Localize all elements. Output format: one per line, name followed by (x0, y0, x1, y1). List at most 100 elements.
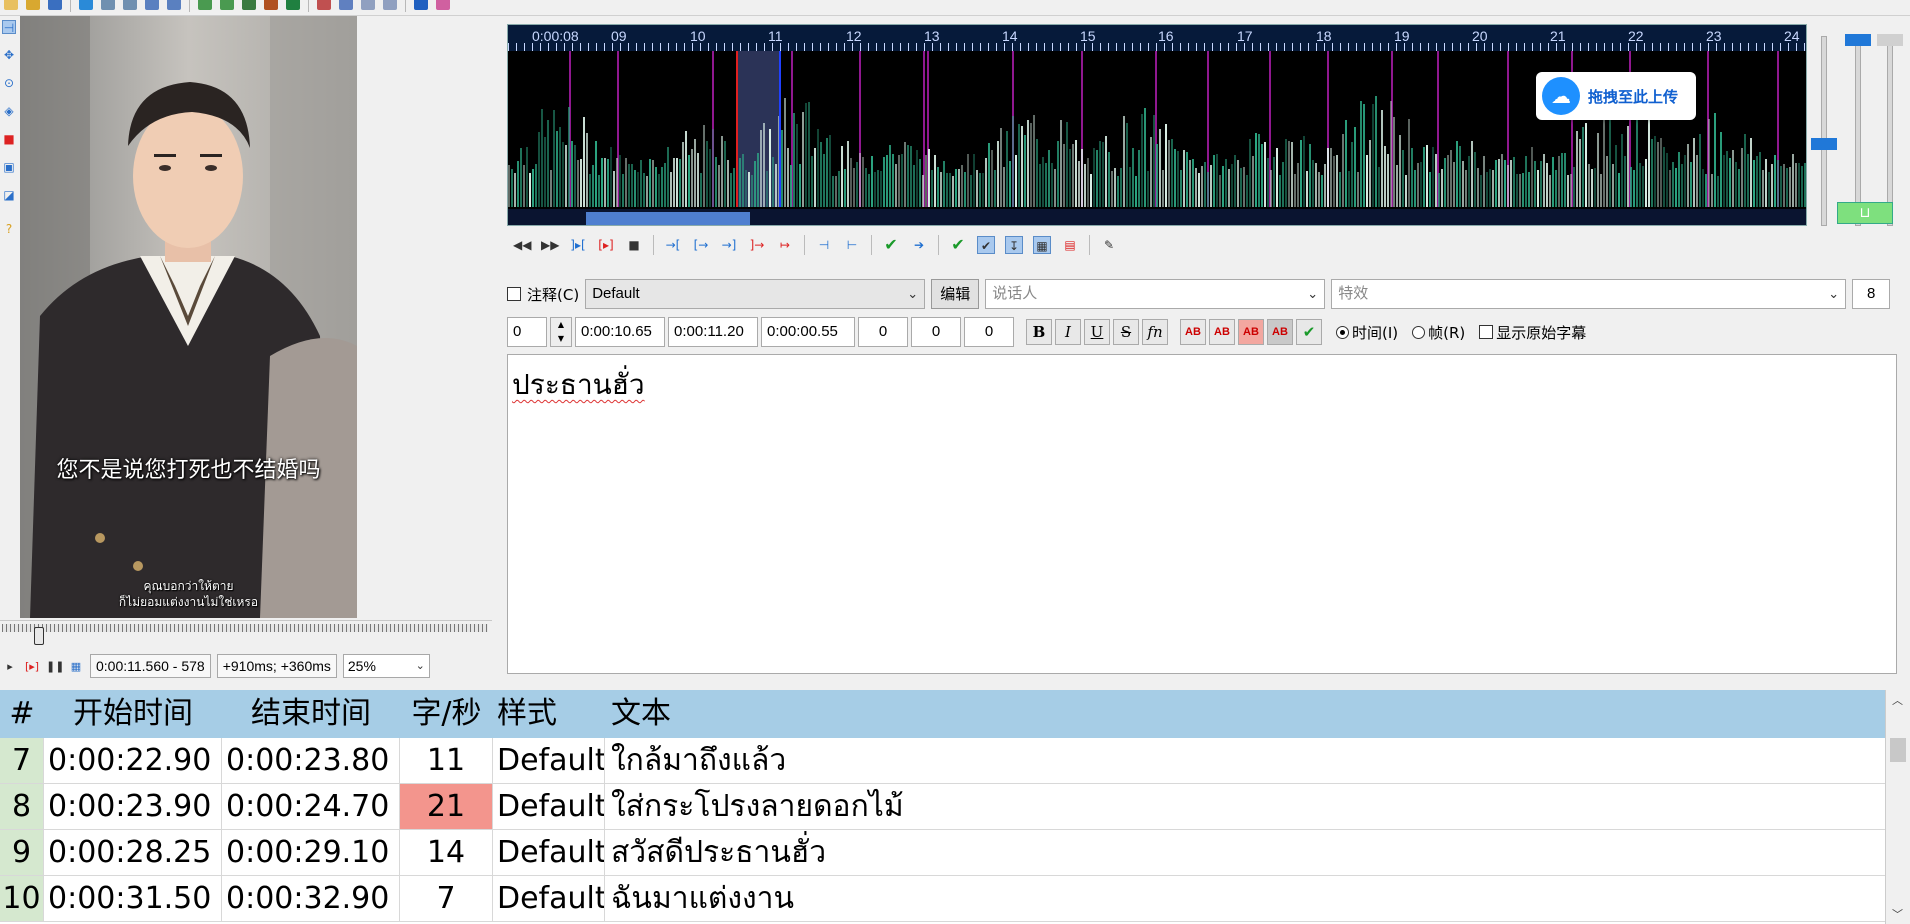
volume-slider[interactable] (1887, 36, 1893, 226)
header-text[interactable]: 文本 (605, 690, 1885, 738)
play-line-icon[interactable]: [▸] (597, 236, 615, 254)
underline-button[interactable]: U (1084, 319, 1110, 345)
subtitle-grid[interactable]: # 开始时间 结束时间 字/秒 样式 文本 7 0:00:22.90 0:00:… (0, 690, 1885, 924)
save-icon[interactable] (48, 0, 62, 10)
play-icon[interactable]: ▸ (2, 660, 18, 673)
attachments-icon[interactable] (220, 0, 234, 10)
auto-next-icon[interactable]: ✔ (977, 236, 995, 254)
play-after-end-icon[interactable]: ]→ (748, 236, 766, 254)
play-selection-icon[interactable]: ]▸[ (569, 236, 587, 254)
commit-icon[interactable]: ✔ (882, 236, 900, 254)
table-row[interactable]: 7 0:00:22.90 0:00:23.80 11 Default ใกล้ม… (0, 738, 1885, 784)
help-icon[interactable]: ? (2, 222, 16, 236)
secondary-color-button[interactable]: AB (1209, 319, 1235, 345)
effect-dropdown[interactable]: 特效 ⌄ (1331, 279, 1847, 309)
play-after-start-icon[interactable]: [→ (692, 236, 710, 254)
grid-scroll-thumb[interactable] (1890, 738, 1906, 762)
table-row[interactable]: 8 0:00:23.90 0:00:24.70 21 Default ใส่กร… (0, 784, 1885, 830)
horizontal-zoom-slider[interactable] (1855, 36, 1861, 226)
video-time-field[interactable]: 0:00:11.560 - 578 (90, 654, 211, 678)
time-radio[interactable] (1336, 325, 1349, 339)
find-icon[interactable] (101, 0, 115, 10)
horizontal-zoom-thumb[interactable] (1845, 34, 1871, 46)
vector-clip-icon[interactable]: ◪ (2, 188, 16, 202)
outline-color-button[interactable]: AB (1238, 319, 1264, 345)
audio-scroll-thumb[interactable] (586, 212, 750, 225)
link-zoom-toggle[interactable]: ⊔ (1837, 202, 1893, 224)
start-time-field[interactable]: 0:00:10.65 (575, 317, 665, 347)
margin-right-field[interactable]: 0 (911, 317, 961, 347)
properties-icon[interactable] (264, 0, 278, 10)
play-line-icon[interactable]: [▸] (24, 660, 40, 673)
upload-drop-badge[interactable]: ☁ 拖拽至此上传 (1536, 72, 1696, 120)
seek-thumb[interactable] (34, 627, 44, 645)
layer-field[interactable]: 0 (507, 317, 547, 347)
karaoke-split-icon[interactable]: ✎ (1100, 236, 1118, 254)
header-end[interactable]: 结束时间 (222, 690, 400, 738)
translation-icon[interactable] (339, 0, 353, 10)
commit-check-icon[interactable]: ✔ (1296, 319, 1322, 345)
show-original-checkbox[interactable] (1479, 325, 1494, 339)
table-row[interactable]: 9 0:00:28.25 0:00:29.10 14 Default สวัสด… (0, 830, 1885, 876)
volume-thumb[interactable] (1877, 34, 1903, 46)
auto-scroll-icon[interactable]: ↧ (1005, 236, 1023, 254)
scale-icon[interactable]: ■ (2, 132, 16, 146)
margin-vertical-field[interactable]: 0 (964, 317, 1014, 347)
header-start[interactable]: 开始时间 (44, 690, 222, 738)
strikeout-button[interactable]: S (1113, 319, 1139, 345)
next-line-icon[interactable]: ▶▶ (541, 236, 559, 254)
prev-line-icon[interactable]: ◀◀ (513, 236, 531, 254)
header-cps[interactable]: 字/秒 (400, 690, 493, 738)
end-time-field[interactable]: 0:00:11.20 (668, 317, 758, 347)
play-before-start-icon[interactable]: →[ (664, 236, 682, 254)
kanji-timer-icon[interactable] (361, 0, 375, 10)
header-style[interactable]: 样式 (493, 690, 605, 738)
edit-style-button[interactable]: 编辑 (931, 279, 980, 309)
resample-icon[interactable] (286, 0, 300, 10)
spectrum-mode-icon[interactable]: ▦ (1033, 236, 1051, 254)
styles-icon[interactable] (198, 0, 212, 10)
play-to-end-icon[interactable]: ↦ (776, 236, 794, 254)
spellcheck-icon[interactable] (317, 0, 331, 10)
primary-color-button[interactable]: AB (1180, 319, 1206, 345)
fonts-icon[interactable] (242, 0, 256, 10)
video-seek-bar[interactable] (0, 620, 492, 648)
open-file-icon[interactable] (26, 0, 40, 10)
jump-icon[interactable] (79, 0, 93, 10)
italic-button[interactable]: I (1055, 319, 1081, 345)
table-row[interactable]: 10 0:00:31.50 0:00:32.90 7 Default ฉันมา… (0, 876, 1885, 922)
clip-icon[interactable]: ▣ (2, 160, 16, 174)
subtitle-text-editor[interactable]: ประธานฮั่ว (507, 354, 1897, 674)
drag-tool-icon[interactable]: ✥ (2, 48, 16, 62)
font-button[interactable]: fn (1142, 319, 1168, 345)
actor-dropdown[interactable]: 说话人 ⌄ (985, 279, 1326, 309)
shadow-color-button[interactable]: AB (1267, 319, 1293, 345)
standard-tool-icon[interactable]: ⊣ (2, 20, 16, 35)
new-file-icon[interactable] (4, 0, 18, 10)
duration-field[interactable]: 0:00:00.55 (761, 317, 855, 347)
vertical-zoom-thumb[interactable] (1811, 138, 1837, 150)
auto-commit-icon[interactable]: ✔ (949, 236, 967, 254)
aegisub-logo-icon[interactable] (436, 0, 450, 10)
layer-spinner[interactable]: ▲ ▼ (550, 317, 572, 347)
margin-left-field[interactable]: 0 (858, 317, 908, 347)
header-number[interactable]: # (0, 690, 44, 738)
zoom-select[interactable]: 25% ⌄ (342, 654, 430, 678)
audio-display[interactable]: 0:00:08 09 10 11 12 13 14 15 16 17 18 19… (507, 24, 1807, 226)
rotate-xy-icon[interactable]: ◈ (2, 104, 16, 118)
vertical-zoom-slider[interactable] (1821, 36, 1827, 226)
automation-icon[interactable] (414, 0, 428, 10)
comment-checkbox[interactable] (507, 287, 521, 301)
style-dropdown[interactable]: Default ⌄ (585, 279, 926, 309)
auto-scroll-icon[interactable]: ▦ (68, 660, 84, 673)
rotate-z-icon[interactable]: ⊙ (2, 76, 16, 90)
go-to-icon[interactable]: ➔ (910, 236, 928, 254)
video-display[interactable]: 您不是说您打死也不结婚吗 คุณบอกว่าให้ตาย ก็ไม่ยอมแต่… (20, 16, 357, 618)
chevron-up-icon[interactable]: ︿ (1892, 692, 1903, 708)
frame-radio[interactable] (1412, 325, 1426, 339)
timing-post-icon[interactable] (383, 0, 397, 10)
lead-out-icon[interactable]: ⊢ (843, 236, 861, 254)
pause-icon[interactable]: ❚❚ (46, 660, 64, 673)
bold-button[interactable]: B (1026, 319, 1052, 345)
chevron-down-icon[interactable]: ﹀ (1892, 906, 1903, 922)
